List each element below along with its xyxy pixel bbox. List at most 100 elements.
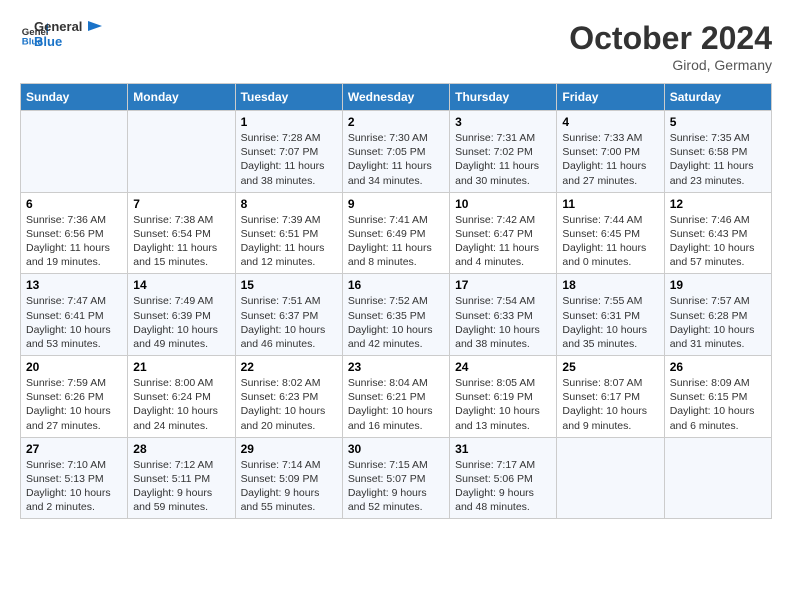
day-number: 9 xyxy=(348,197,444,211)
calendar-cell xyxy=(21,111,128,193)
calendar-table: SundayMondayTuesdayWednesdayThursdayFrid… xyxy=(20,83,772,519)
day-info: Sunrise: 7:35 AMSunset: 6:58 PMDaylight:… xyxy=(670,131,766,188)
day-number: 10 xyxy=(455,197,551,211)
calendar-cell: 3 Sunrise: 7:31 AMSunset: 7:02 PMDaylight… xyxy=(450,111,557,193)
location: Girod, Germany xyxy=(569,57,772,73)
day-info: Sunrise: 7:57 AMSunset: 6:28 PMDaylight:… xyxy=(670,294,766,351)
day-number: 26 xyxy=(670,360,766,374)
calendar-cell: 30Sunrise: 7:15 AMSunset: 5:07 PMDayligh… xyxy=(342,437,449,519)
day-info: Sunrise: 7:14 AMSunset: 5:09 PMDaylight:… xyxy=(241,458,337,515)
day-number: 4 xyxy=(562,115,658,129)
weekday-header-friday: Friday xyxy=(557,84,664,111)
title-block: October 2024 Girod, Germany xyxy=(569,20,772,73)
weekday-header-tuesday: Tuesday xyxy=(235,84,342,111)
day-info: Sunrise: 7:38 AMSunset: 6:54 PMDaylight:… xyxy=(133,213,229,270)
day-info: Sunrise: 7:39 AMSunset: 6:51 PMDaylight:… xyxy=(241,213,337,270)
day-number: 24 xyxy=(455,360,551,374)
calendar-week-2: 6 Sunrise: 7:36 AMSunset: 6:56 PMDaylight… xyxy=(21,192,772,274)
day-info: Sunrise: 7:10 AMSunset: 5:13 PMDaylight:… xyxy=(26,458,122,515)
day-info: Sunrise: 7:55 AMSunset: 6:31 PMDaylight:… xyxy=(562,294,658,351)
calendar-cell: 18 Sunrise: 7:55 AMSunset: 6:31 PMDayligh… xyxy=(557,274,664,356)
day-info: Sunrise: 7:51 AMSunset: 6:37 PMDaylight:… xyxy=(241,294,337,351)
day-number: 6 xyxy=(26,197,122,211)
day-info: Sunrise: 7:36 AMSunset: 6:56 PMDaylight:… xyxy=(26,213,122,270)
calendar-week-4: 20 Sunrise: 7:59 AMSunset: 6:26 PMDayligh… xyxy=(21,356,772,438)
day-number: 1 xyxy=(241,115,337,129)
day-number: 16 xyxy=(348,278,444,292)
day-number: 31 xyxy=(455,442,551,456)
day-number: 28 xyxy=(133,442,229,456)
day-number: 12 xyxy=(670,197,766,211)
day-info: Sunrise: 7:30 AMSunset: 7:05 PMDaylight:… xyxy=(348,131,444,188)
calendar-cell xyxy=(557,437,664,519)
calendar-week-3: 13 Sunrise: 7:47 AMSunset: 6:41 PMDayligh… xyxy=(21,274,772,356)
logo-blue: Blue xyxy=(34,35,82,50)
day-number: 21 xyxy=(133,360,229,374)
month-title: October 2024 xyxy=(569,20,772,57)
calendar-cell: 14 Sunrise: 7:49 AMSunset: 6:39 PMDayligh… xyxy=(128,274,235,356)
day-info: Sunrise: 8:07 AMSunset: 6:17 PMDaylight:… xyxy=(562,376,658,433)
calendar-cell: 19 Sunrise: 7:57 AMSunset: 6:28 PMDayligh… xyxy=(664,274,771,356)
day-info: Sunrise: 7:49 AMSunset: 6:39 PMDaylight:… xyxy=(133,294,229,351)
calendar-cell: 28 Sunrise: 7:12 AMSunset: 5:11 PMDayligh… xyxy=(128,437,235,519)
calendar-cell: 7 Sunrise: 7:38 AMSunset: 6:54 PMDaylight… xyxy=(128,192,235,274)
page-header: General Blue General Blue October 2024 G… xyxy=(20,20,772,73)
calendar-cell: 31 Sunrise: 7:17 AMSunset: 5:06 PMDayligh… xyxy=(450,437,557,519)
day-info: Sunrise: 7:47 AMSunset: 6:41 PMDaylight:… xyxy=(26,294,122,351)
calendar-cell: 6 Sunrise: 7:36 AMSunset: 6:56 PMDaylight… xyxy=(21,192,128,274)
calendar-cell: 12 Sunrise: 7:46 AMSunset: 6:43 PMDayligh… xyxy=(664,192,771,274)
day-number: 13 xyxy=(26,278,122,292)
calendar-week-1: 1 Sunrise: 7:28 AMSunset: 7:07 PMDaylight… xyxy=(21,111,772,193)
day-info: Sunrise: 7:31 AMSunset: 7:02 PMDaylight:… xyxy=(455,131,551,188)
day-number: 7 xyxy=(133,197,229,211)
day-info: Sunrise: 7:12 AMSunset: 5:11 PMDaylight:… xyxy=(133,458,229,515)
weekday-header-saturday: Saturday xyxy=(664,84,771,111)
calendar-cell: 21Sunrise: 8:00 AMSunset: 6:24 PMDayligh… xyxy=(128,356,235,438)
day-info: Sunrise: 7:44 AMSunset: 6:45 PMDaylight:… xyxy=(562,213,658,270)
day-number: 2 xyxy=(348,115,444,129)
day-number: 22 xyxy=(241,360,337,374)
calendar-cell: 8Sunrise: 7:39 AMSunset: 6:51 PMDaylight… xyxy=(235,192,342,274)
day-number: 11 xyxy=(562,197,658,211)
logo: General Blue General Blue xyxy=(20,20,102,50)
day-number: 17 xyxy=(455,278,551,292)
day-number: 20 xyxy=(26,360,122,374)
day-number: 3 xyxy=(455,115,551,129)
calendar-cell: 2 Sunrise: 7:30 AMSunset: 7:05 PMDaylight… xyxy=(342,111,449,193)
day-info: Sunrise: 8:02 AMSunset: 6:23 PMDaylight:… xyxy=(241,376,337,433)
calendar-cell: 27 Sunrise: 7:10 AMSunset: 5:13 PMDayligh… xyxy=(21,437,128,519)
calendar-cell: 22 Sunrise: 8:02 AMSunset: 6:23 PMDayligh… xyxy=(235,356,342,438)
calendar-cell: 9Sunrise: 7:41 AMSunset: 6:49 PMDaylight… xyxy=(342,192,449,274)
calendar-cell: 15Sunrise: 7:51 AMSunset: 6:37 PMDayligh… xyxy=(235,274,342,356)
day-info: Sunrise: 8:05 AMSunset: 6:19 PMDaylight:… xyxy=(455,376,551,433)
logo-flag-icon xyxy=(88,21,102,41)
day-number: 23 xyxy=(348,360,444,374)
day-info: Sunrise: 8:04 AMSunset: 6:21 PMDaylight:… xyxy=(348,376,444,433)
calendar-cell: 29 Sunrise: 7:14 AMSunset: 5:09 PMDayligh… xyxy=(235,437,342,519)
weekday-header-sunday: Sunday xyxy=(21,84,128,111)
day-number: 19 xyxy=(670,278,766,292)
day-number: 5 xyxy=(670,115,766,129)
calendar-cell xyxy=(128,111,235,193)
day-number: 29 xyxy=(241,442,337,456)
day-info: Sunrise: 7:52 AMSunset: 6:35 PMDaylight:… xyxy=(348,294,444,351)
day-info: Sunrise: 7:42 AMSunset: 6:47 PMDaylight:… xyxy=(455,213,551,270)
calendar-week-5: 27 Sunrise: 7:10 AMSunset: 5:13 PMDayligh… xyxy=(21,437,772,519)
day-number: 27 xyxy=(26,442,122,456)
calendar-cell: 11 Sunrise: 7:44 AMSunset: 6:45 PMDayligh… xyxy=(557,192,664,274)
day-number: 18 xyxy=(562,278,658,292)
day-info: Sunrise: 7:59 AMSunset: 6:26 PMDaylight:… xyxy=(26,376,122,433)
calendar-cell: 16 Sunrise: 7:52 AMSunset: 6:35 PMDayligh… xyxy=(342,274,449,356)
day-info: Sunrise: 7:17 AMSunset: 5:06 PMDaylight:… xyxy=(455,458,551,515)
day-number: 14 xyxy=(133,278,229,292)
day-info: Sunrise: 7:46 AMSunset: 6:43 PMDaylight:… xyxy=(670,213,766,270)
calendar-cell: 17Sunrise: 7:54 AMSunset: 6:33 PMDayligh… xyxy=(450,274,557,356)
calendar-cell: 25 Sunrise: 8:07 AMSunset: 6:17 PMDayligh… xyxy=(557,356,664,438)
calendar-cell: 23 Sunrise: 8:04 AMSunset: 6:21 PMDayligh… xyxy=(342,356,449,438)
weekday-header-monday: Monday xyxy=(128,84,235,111)
weekday-header-wednesday: Wednesday xyxy=(342,84,449,111)
calendar-cell: 5 Sunrise: 7:35 AMSunset: 6:58 PMDaylight… xyxy=(664,111,771,193)
day-info: Sunrise: 7:15 AMSunset: 5:07 PMDaylight:… xyxy=(348,458,444,515)
day-info: Sunrise: 7:28 AMSunset: 7:07 PMDaylight:… xyxy=(241,131,337,188)
day-number: 25 xyxy=(562,360,658,374)
